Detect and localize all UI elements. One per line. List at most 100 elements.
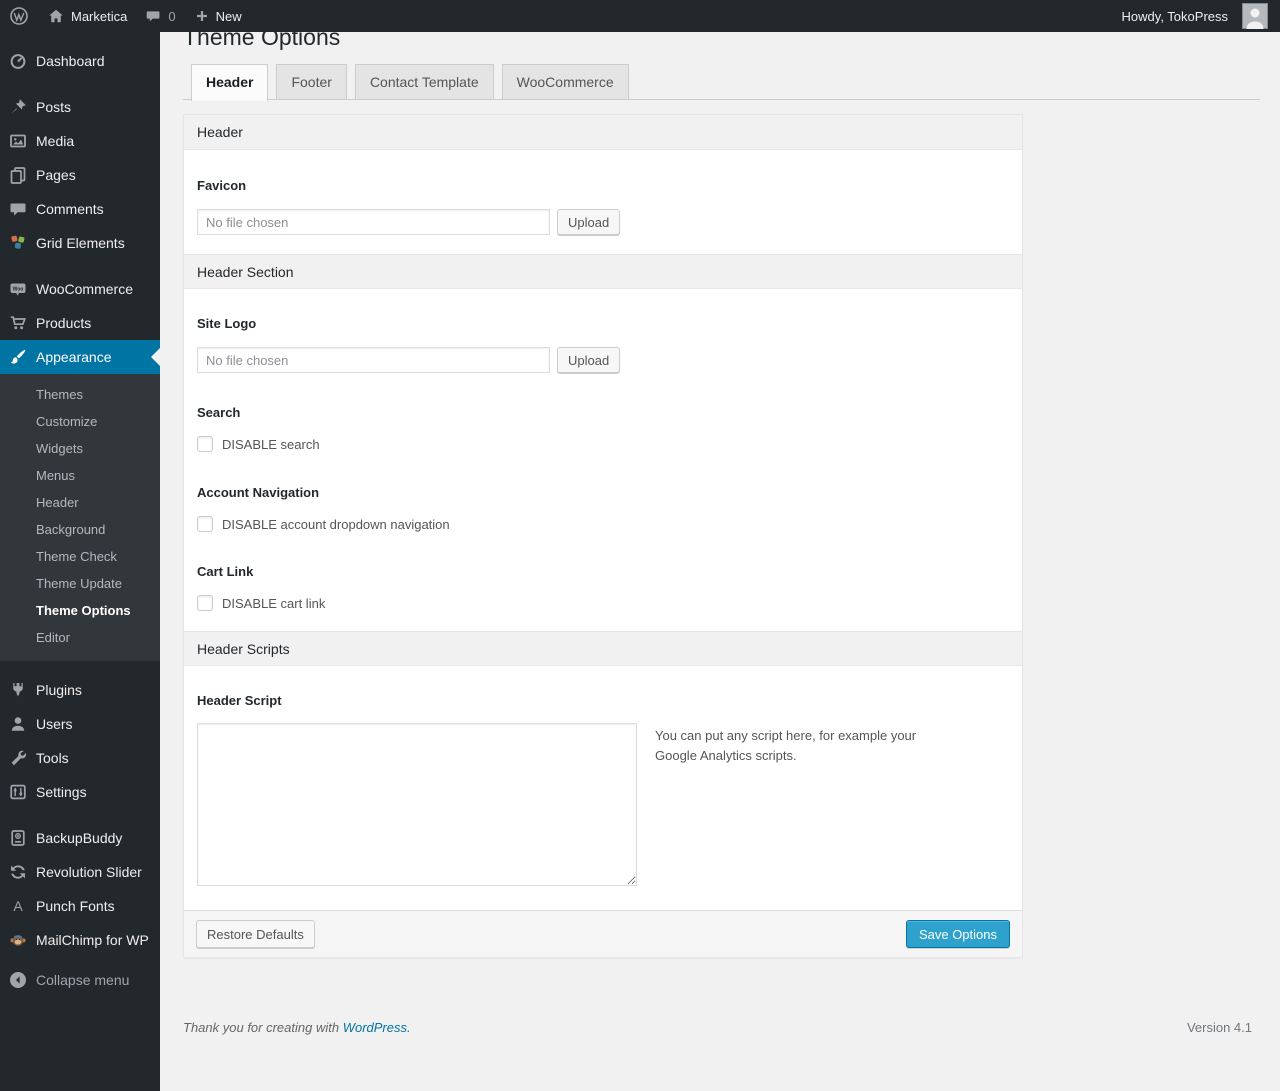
comments-link[interactable]: 0	[136, 0, 184, 32]
disable-cart-link-checkbox[interactable]	[197, 595, 213, 611]
sidebar-item-label: Users	[36, 716, 73, 732]
comment-count: 0	[168, 8, 176, 24]
wordpress-link[interactable]: WordPress.	[343, 1020, 411, 1035]
disable-account-nav-label: DISABLE account dropdown navigation	[222, 516, 450, 532]
cycle-arrows-icon	[8, 862, 28, 882]
sidebar-item-users[interactable]: Users	[0, 707, 160, 741]
account-navigation-label: Account Navigation	[197, 485, 320, 500]
sidebar-item-posts[interactable]: Posts	[0, 90, 160, 124]
current-menu-arrow	[151, 348, 160, 366]
collapse-menu-button[interactable]: Collapse menu	[0, 963, 160, 997]
header-script-description: You can put any script here, for example…	[655, 728, 917, 764]
sidebar-item-label: Tools	[36, 750, 69, 766]
sidebar-item-tools[interactable]: Tools	[0, 741, 160, 775]
tab-footer[interactable]: Footer	[276, 64, 347, 99]
tab-woocommerce[interactable]: WooCommerce	[501, 64, 629, 99]
sidebar-item-label: Plugins	[36, 682, 82, 698]
submenu-item-theme-update[interactable]: Theme Update	[0, 570, 160, 597]
sidebar-item-plugins[interactable]: Plugins	[0, 673, 160, 707]
disable-search-row: DISABLE search	[197, 436, 1009, 452]
sidebar-item-media[interactable]: Media	[0, 124, 160, 158]
disable-account-nav-row: DISABLE account dropdown navigation	[197, 516, 1009, 532]
disable-account-nav-checkbox[interactable]	[197, 516, 213, 532]
comment-bubble-icon	[145, 8, 162, 25]
sidebar-item-grid-elements[interactable]: Grid Elements	[0, 226, 160, 260]
disable-cart-link-label: DISABLE cart link	[222, 595, 326, 611]
site-logo-file-input[interactable]	[197, 347, 550, 373]
disable-search-checkbox[interactable]	[197, 436, 213, 452]
new-label: New	[215, 8, 242, 24]
appearance-submenu: Themes Customize Widgets Menus Header Ba…	[0, 374, 160, 661]
admin-bar: Marketica 0 New Howdy, TokoPress	[0, 0, 1280, 32]
avatar	[1242, 3, 1268, 29]
site-name: Marketica	[71, 8, 128, 24]
submenu-item-header[interactable]: Header	[0, 489, 160, 516]
sidebar-item-label: Settings	[36, 784, 87, 800]
tab-header[interactable]: Header	[191, 64, 269, 101]
submenu-item-theme-check[interactable]: Theme Check	[0, 543, 160, 570]
user-icon	[8, 714, 28, 734]
header-script-label: Header Script	[197, 693, 282, 708]
plus-icon	[194, 8, 210, 24]
sidebar-item-label: Punch Fonts	[36, 898, 115, 914]
site-logo-upload-button[interactable]: Upload	[557, 347, 621, 373]
settings-sliders-icon	[8, 782, 28, 802]
sidebar-item-punch-fonts[interactable]: A Punch Fonts	[0, 889, 160, 923]
comments-icon	[8, 199, 28, 219]
account-menu[interactable]: Howdy, TokoPress	[1113, 0, 1268, 32]
sidebar-item-pages[interactable]: Pages	[0, 158, 160, 192]
grid-elements-icon	[8, 233, 28, 253]
disable-cart-link-row: DISABLE cart link	[197, 595, 1009, 611]
sidebar-item-appearance[interactable]: Appearance	[0, 340, 160, 374]
letter-a-icon: A	[13, 898, 23, 914]
sidebar-item-label: Posts	[36, 99, 72, 115]
sidebar-item-revolution-slider[interactable]: Revolution Slider	[0, 855, 160, 889]
wrench-icon	[8, 748, 28, 768]
restore-defaults-button[interactable]: Restore Defaults	[196, 920, 315, 948]
backup-drive-icon	[8, 828, 28, 848]
panel-footer: Restore Defaults Save Options	[184, 910, 1022, 957]
sidebar-item-label: Media	[36, 133, 75, 149]
sidebar-item-products[interactable]: Products	[0, 306, 160, 340]
sidebar-item-label: WooCommerce	[36, 281, 133, 297]
sidebar-item-label: Products	[36, 315, 92, 331]
save-options-button[interactable]: Save Options	[905, 920, 1010, 948]
sidebar-item-dashboard[interactable]: Dashboard	[0, 44, 160, 78]
submenu-item-background[interactable]: Background	[0, 516, 160, 543]
sidebar-item-label: MailChimp for WP	[36, 932, 149, 948]
sidebar-item-label: BackupBuddy	[36, 830, 123, 846]
sidebar-item-settings[interactable]: Settings	[0, 775, 160, 809]
header-script-textarea[interactable]	[197, 723, 637, 886]
sidebar-item-comments[interactable]: Comments	[0, 192, 160, 226]
wp-logo-menu[interactable]	[0, 0, 38, 32]
submenu-item-widgets[interactable]: Widgets	[0, 435, 160, 462]
submenu-item-themes[interactable]: Themes	[0, 381, 160, 408]
submenu-item-theme-options[interactable]: Theme Options	[0, 597, 160, 624]
sidebar-item-label: Revolution Slider	[36, 864, 142, 880]
site-link[interactable]: Marketica	[38, 0, 136, 32]
cart-icon	[8, 313, 28, 333]
mailchimp-monkey-icon	[8, 930, 28, 950]
howdy-text: Howdy, TokoPress	[1121, 8, 1228, 24]
collapse-menu-label: Collapse menu	[36, 972, 130, 988]
submenu-item-customize[interactable]: Customize	[0, 408, 160, 435]
sidebar-item-woocommerce[interactable]: Woo WooCommerce	[0, 272, 160, 306]
favicon-upload-button[interactable]: Upload	[557, 209, 621, 235]
svg-text:Woo: Woo	[13, 286, 24, 292]
sidebar-item-label: Comments	[36, 201, 104, 217]
sidebar-item-backupbuddy[interactable]: BackupBuddy	[0, 821, 160, 855]
pages-icon	[8, 165, 28, 185]
media-icon	[8, 131, 28, 151]
favicon-file-input[interactable]	[197, 209, 550, 235]
sidebar-item-mailchimp[interactable]: MailChimp for WP	[0, 923, 160, 957]
sidebar-item-label: Grid Elements	[36, 235, 125, 251]
submenu-item-menus[interactable]: Menus	[0, 462, 160, 489]
new-content-link[interactable]: New	[185, 0, 251, 32]
favicon-label: Favicon	[197, 178, 247, 193]
appearance-brush-icon	[8, 347, 28, 367]
tab-contact-template[interactable]: Contact Template	[354, 64, 494, 99]
woocommerce-icon: Woo	[8, 279, 28, 299]
section-header-header: Header	[184, 115, 1022, 150]
cart-link-label: Cart Link	[197, 564, 254, 579]
submenu-item-editor[interactable]: Editor	[0, 624, 160, 651]
